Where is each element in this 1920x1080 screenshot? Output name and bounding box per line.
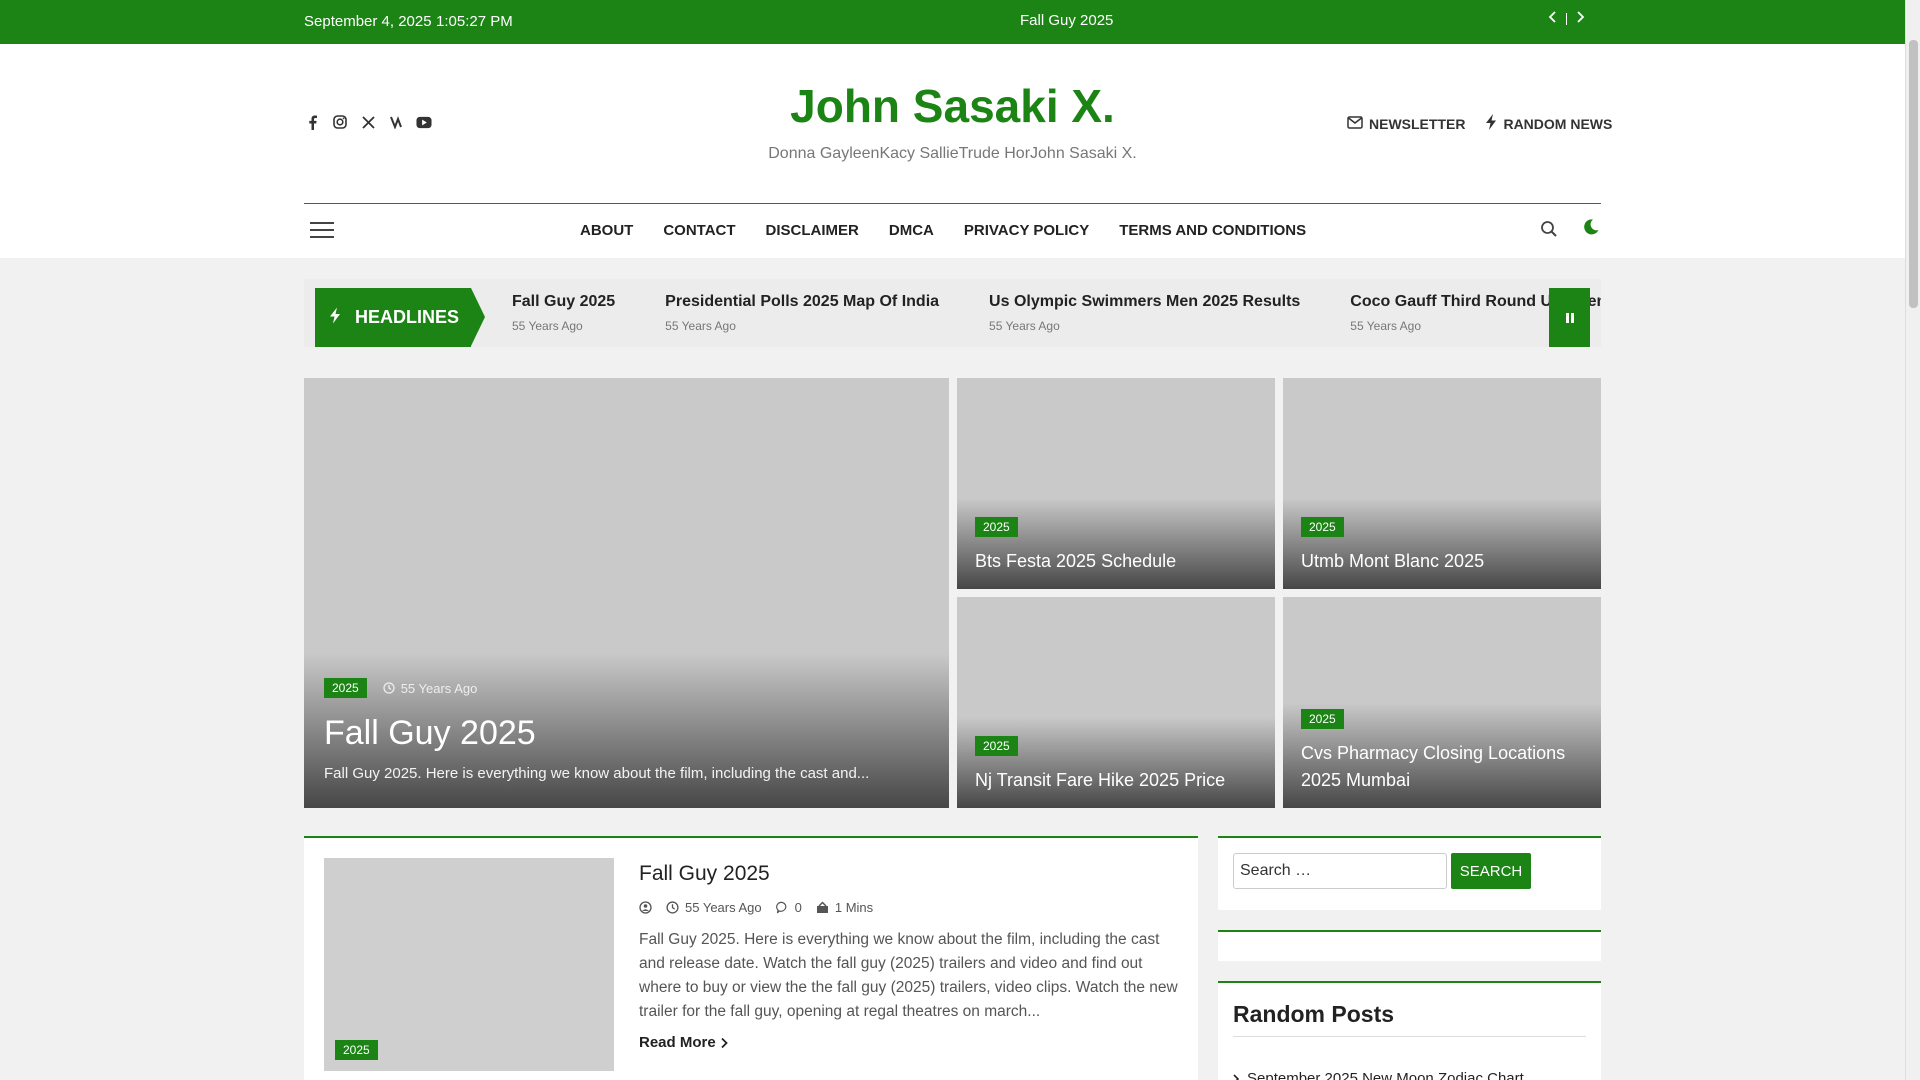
main-nav: ABOUT CONTACT DISCLAIMER DMCA PRIVACY PO… <box>304 204 1601 258</box>
random-news-label: RANDOM NEWS <box>1503 115 1613 132</box>
clock-icon <box>666 901 679 914</box>
mail-icon <box>1347 115 1363 132</box>
comment-icon <box>775 901 786 914</box>
bolt-icon <box>329 307 341 329</box>
category-badge[interactable]: 2025 <box>324 678 367 698</box>
nav-item-dmca[interactable]: DMCA <box>889 222 934 239</box>
featured-card-title[interactable]: Cvs Pharmacy Closing Locations 2025 Mumb… <box>1301 740 1591 794</box>
top-bar: September 4, 2025 1:05:27 PM Fall Guy 20… <box>0 0 1905 44</box>
featured-main-excerpt: Fall Guy 2025. Here is everything we kno… <box>324 765 870 782</box>
headlines-ticker: Fall Guy 2025 55 Years Ago Presidential … <box>304 279 1601 347</box>
reading-icon <box>816 901 828 913</box>
hamburger-menu-icon[interactable] <box>310 222 334 240</box>
post-date: 55 Years Ago <box>666 900 762 915</box>
headline-item[interactable]: Us Olympic Swimmers Men 2025 Results 55 … <box>989 293 1300 333</box>
category-badge[interactable]: 2025 <box>1301 709 1344 729</box>
search-icon[interactable] <box>1540 220 1558 243</box>
nav-item-terms[interactable]: TERMS AND CONDITIONS <box>1119 222 1306 239</box>
headline-item[interactable]: Fall Guy 2025 55 Years Ago <box>512 293 615 333</box>
ticker-controls <box>1548 10 1585 27</box>
comments-count[interactable]: 0 <box>775 900 802 915</box>
post-meta: 55 Years Ago 0 1 Mins <box>639 900 873 915</box>
post-thumbnail[interactable]: 2025 <box>324 858 614 1071</box>
newsletter-link[interactable]: NEWSLETTER <box>1347 114 1465 133</box>
featured-card-title[interactable]: Bts Festa 2025 Schedule <box>975 548 1176 575</box>
chevron-right-icon[interactable] <box>1575 10 1585 27</box>
widget-divider <box>1233 1036 1586 1037</box>
bolt-icon <box>1485 114 1497 133</box>
site-tagline: Donna GayleenKacy SallieTrude HorJohn Sa… <box>768 145 1137 162</box>
featured-card[interactable]: 2025 Cvs Pharmacy Closing Locations 2025… <box>1283 597 1601 808</box>
search-input[interactable] <box>1233 853 1447 889</box>
category-badge[interactable]: 2025 <box>975 517 1018 537</box>
headlines-track: Fall Guy 2025 55 Years Ago Presidential … <box>512 293 1601 333</box>
featured-card-title[interactable]: Utmb Mont Blanc 2025 <box>1301 548 1484 575</box>
top-ticker-link[interactable]: Fall Guy 2025 <box>1020 12 1113 29</box>
author-icon[interactable] <box>639 901 652 914</box>
site-header: John Sasaki X. Donna GayleenKacy SallieT… <box>0 44 1905 258</box>
read-more-link[interactable]: Read More <box>639 1034 728 1051</box>
post-card: 2025 Fall Guy 2025 55 Years Ago 0 1 Mins… <box>304 836 1198 1080</box>
scrollbar-thumb[interactable] <box>1909 40 1918 308</box>
headlines-label-text: HEADLINES <box>355 307 460 327</box>
branding: John Sasaki X. Donna GayleenKacy SallieT… <box>0 79 1905 163</box>
category-badge[interactable]: 2025 <box>975 736 1018 756</box>
chevron-right-icon <box>1233 1073 1239 1080</box>
post-date: 55 Years Ago <box>383 681 477 696</box>
random-posts-title: Random Posts <box>1233 1001 1395 1027</box>
nav-item-disclaimer[interactable]: DISCLAIMER <box>766 222 859 239</box>
read-time: 1 Mins <box>816 900 873 915</box>
category-badge[interactable]: 2025 <box>335 1040 378 1060</box>
post-excerpt: Fall Guy 2025. Here is everything we kno… <box>639 931 1178 1020</box>
site-title[interactable]: John Sasaki X. <box>0 79 1905 133</box>
sidebar-empty-widget <box>1218 930 1601 961</box>
pause-icon[interactable] <box>1549 288 1590 347</box>
nav-item-privacy-policy[interactable]: PRIVACY POLICY <box>964 222 1089 239</box>
chevron-right-icon <box>721 1037 728 1048</box>
featured-card-title[interactable]: Nj Transit Fare Hike 2025 Price <box>975 767 1225 794</box>
random-posts-widget: Random Posts September 2025 New Moon Zod… <box>1218 981 1601 1080</box>
random-news-link[interactable]: RANDOM NEWS <box>1485 114 1612 133</box>
page-scrollbar[interactable] <box>1905 0 1920 1080</box>
current-time: 1:05:27 PM <box>436 13 513 30</box>
sidebar-search-widget: SEARCH <box>1218 836 1601 910</box>
featured-main-card[interactable]: 2025 55 Years Ago Fall Guy 2025 Fall Guy… <box>304 378 949 808</box>
post-title[interactable]: Fall Guy 2025 <box>639 862 770 886</box>
featured-main-title[interactable]: Fall Guy 2025 <box>324 714 934 753</box>
nav-menu: ABOUT CONTACT DISCLAIMER DMCA PRIVACY PO… <box>580 222 1306 239</box>
newsletter-label: NEWSLETTER <box>1369 115 1466 132</box>
current-date: September 4, 2025 <box>304 13 432 30</box>
featured-card[interactable]: 2025 Utmb Mont Blanc 2025 <box>1283 378 1601 589</box>
category-badge[interactable]: 2025 <box>1301 517 1344 537</box>
featured-main-meta: 2025 55 Years Ago <box>324 678 934 698</box>
search-button[interactable]: SEARCH <box>1451 853 1531 889</box>
dark-mode-moon-icon[interactable] <box>1582 218 1600 241</box>
headline-item[interactable]: Presidential Polls 2025 Map Of India 55 … <box>665 293 939 333</box>
nav-item-contact[interactable]: CONTACT <box>663 222 735 239</box>
chevron-left-icon[interactable] <box>1548 10 1558 27</box>
clock-icon <box>383 682 395 694</box>
nav-item-about[interactable]: ABOUT <box>580 222 633 239</box>
featured-main-caption: 2025 55 Years Ago Fall Guy 2025 Fall Guy… <box>324 678 934 782</box>
featured-card[interactable]: 2025 Bts Festa 2025 Schedule <box>957 378 1275 589</box>
featured-card[interactable]: 2025 Nj Transit Fare Hike 2025 Price <box>957 597 1275 808</box>
random-post-item[interactable]: September 2025 New Moon Zodiac Chart <box>1233 1070 1524 1080</box>
header-links: NEWSLETTER RANDOM NEWS <box>1347 114 1612 133</box>
ticker-separator <box>1566 12 1567 25</box>
headlines-label: HEADLINES <box>315 288 485 347</box>
